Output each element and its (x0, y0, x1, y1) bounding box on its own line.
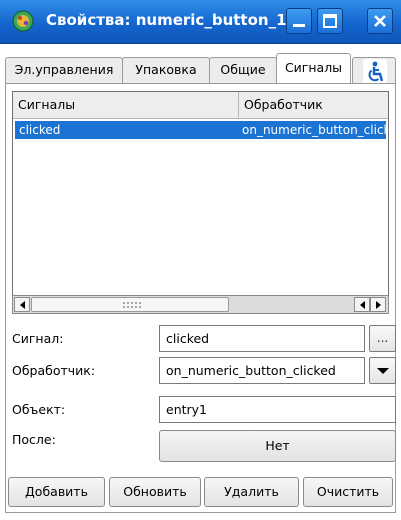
scroll-left-button-2[interactable] (354, 297, 370, 312)
column-header-handler[interactable]: Обработчик (239, 92, 388, 118)
update-button[interactable]: Обновить (109, 477, 201, 507)
chevron-down-icon (377, 368, 389, 374)
table-row[interactable]: clicked on_numeric_button_clicked (15, 121, 386, 139)
tab-label: Сигналы (284, 60, 343, 75)
arrow-left-icon (20, 301, 25, 309)
properties-window: Свойства: numeric_button_1 Эл.управления… (0, 0, 401, 520)
tab-label: Эл.управления (14, 62, 114, 77)
scrollbar-thumb[interactable] (31, 297, 229, 312)
handler-cell: on_numeric_button_clicked (242, 123, 386, 137)
object-label: Объект: (12, 402, 66, 417)
signal-label: Сигнал: (12, 331, 64, 346)
after-toggle-button[interactable]: Нет (159, 430, 396, 462)
maximize-button[interactable] (317, 8, 343, 34)
arrow-left-icon (360, 301, 365, 309)
signals-table[interactable]: Сигналы Обработчик clicked on_numeric_bu… (12, 91, 389, 308)
table-header: Сигналы Обработчик (13, 92, 388, 119)
handler-dropdown-button[interactable] (369, 357, 396, 384)
signal-field[interactable]: clicked (159, 325, 365, 352)
handler-combo-entry[interactable]: on_numeric_button_clicked (159, 357, 365, 384)
delete-button[interactable]: Удалить (204, 477, 299, 507)
browse-signals-button[interactable]: ... (369, 325, 396, 352)
object-field[interactable]: entry1 (159, 396, 396, 423)
minimize-button[interactable] (286, 8, 312, 34)
tab-accessibility[interactable] (352, 57, 396, 85)
close-icon (374, 15, 386, 27)
arrow-right-icon (376, 301, 381, 309)
after-label: После: (12, 432, 56, 447)
tab-signals[interactable]: Сигналы (276, 53, 351, 84)
add-button[interactable]: Добавить (8, 477, 105, 507)
accessibility-icon (363, 59, 387, 85)
maximize-icon (323, 14, 337, 28)
clear-button[interactable]: Очистить (303, 477, 393, 507)
scroll-right-button[interactable] (370, 297, 386, 312)
minimize-icon (293, 24, 305, 27)
title-bar[interactable]: Свойства: numeric_button_1 (0, 0, 401, 44)
tab-bar: Эл.управления Упаковка Общие Сигналы (5, 52, 397, 85)
tab-common[interactable]: Общие (209, 57, 277, 83)
scroll-left-button[interactable] (14, 297, 30, 312)
close-button[interactable] (367, 8, 393, 34)
tab-widgets[interactable]: Эл.управления (5, 57, 123, 83)
tab-label: Упаковка (135, 62, 197, 77)
handler-label: Обработчик: (12, 363, 96, 378)
window-title: Свойства: numeric_button_1 (46, 11, 287, 29)
column-header-signals[interactable]: Сигналы (13, 92, 239, 118)
horizontal-scrollbar[interactable] (12, 295, 389, 314)
signal-cell: clicked (19, 123, 61, 137)
tab-label: Общие (220, 62, 266, 77)
grip-icon (122, 301, 142, 309)
glade-app-icon (12, 10, 34, 32)
tab-packing[interactable]: Упаковка (122, 57, 210, 83)
